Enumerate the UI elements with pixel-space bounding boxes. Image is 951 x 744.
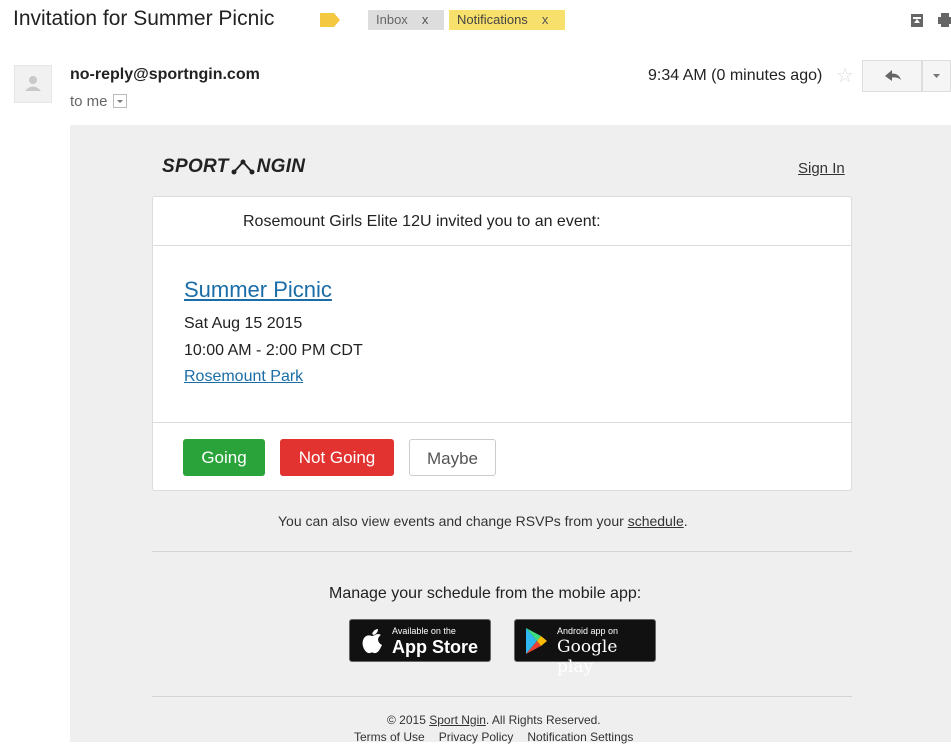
avatar-icon xyxy=(25,76,41,91)
archive-icon[interactable] xyxy=(910,12,924,28)
subject-bar: Invitation for Summer Picnic Inbox x Noti… xyxy=(0,0,951,40)
card-header: Rosemount Girls Elite 12U invited you to… xyxy=(153,197,851,246)
rsvp-note-prefix: You can also view events and change RSVP… xyxy=(278,513,628,529)
app-store-badge[interactable]: Available on the App Store xyxy=(349,619,491,662)
sender-email[interactable]: no-reply@sportngin.com xyxy=(70,66,260,84)
not-going-button[interactable]: Not Going xyxy=(280,439,394,476)
manage-text: Manage your schedule from the mobile app… xyxy=(329,585,642,602)
label-chip-name: Inbox xyxy=(376,12,408,27)
recipient-line: to me xyxy=(70,93,127,110)
copyright-suffix: . All Rights Reserved. xyxy=(485,713,601,727)
rsvp-note-suffix: . xyxy=(683,513,688,529)
sport-ngin-link[interactable]: Sport Ngin xyxy=(429,713,486,727)
chevron-down-icon xyxy=(933,74,940,78)
google-play-badge[interactable]: Android app on Google play xyxy=(514,619,656,677)
reply-icon xyxy=(885,70,901,81)
star-icon[interactable]: ☆ xyxy=(836,63,854,88)
recipient-text: to me xyxy=(70,93,108,110)
logo-text-left: SPORT xyxy=(162,156,229,177)
going-button[interactable]: Going xyxy=(183,439,265,476)
label-chip-inbox[interactable]: Inbox x xyxy=(368,10,444,30)
divider xyxy=(152,696,852,697)
message-time: 9:34 AM (0 minutes ago) xyxy=(648,67,823,84)
sign-in-link[interactable]: Sign In xyxy=(798,160,845,177)
sportngin-logo: SPORT NGIN xyxy=(162,156,305,178)
event-location-link[interactable]: Rosemount Park xyxy=(184,368,303,386)
play-icon xyxy=(526,628,547,654)
divider xyxy=(152,551,852,552)
app-store-small-text: Available on the xyxy=(392,626,456,636)
card-divider xyxy=(153,422,851,423)
schedule-link[interactable]: schedule xyxy=(628,513,684,529)
logo-text-right: NGIN xyxy=(256,156,306,177)
apple-icon xyxy=(362,629,382,654)
label-chip-name: Notifications xyxy=(457,12,528,27)
label-chip-notifications[interactable]: Notifications x xyxy=(449,10,565,30)
copyright: © 2015 Sport Ngin. All Rights Reserved. xyxy=(387,713,601,727)
event-title-link[interactable]: Summer Picnic xyxy=(184,277,332,303)
maybe-button[interactable]: Maybe xyxy=(409,439,496,476)
google-play-small-text: Android app on xyxy=(557,626,619,636)
reply-button[interactable] xyxy=(862,60,922,92)
invite-text: Rosemount Girls Elite 12U invited you to… xyxy=(243,213,601,230)
event-date: Sat Aug 15 2015 xyxy=(184,315,303,332)
label-tag-icon[interactable] xyxy=(320,13,340,27)
rsvp-note: You can also view events and change RSVP… xyxy=(278,513,688,529)
remove-label-button[interactable]: x xyxy=(542,12,549,27)
event-card: Rosemount Girls Elite 12U invited you to… xyxy=(152,196,852,491)
more-actions-button[interactable] xyxy=(922,60,951,92)
google-play-big-text: Google play xyxy=(557,637,618,677)
remove-label-button[interactable]: x xyxy=(422,12,429,27)
copyright-prefix: © 2015 xyxy=(387,713,430,727)
app-store-big-text: App Store xyxy=(392,637,479,657)
chevron-down-icon xyxy=(116,100,123,104)
print-icon[interactable] xyxy=(938,12,951,28)
logo-connector-icon xyxy=(231,159,255,175)
email-subject: Invitation for Summer Picnic xyxy=(13,7,275,30)
avatar xyxy=(14,65,52,103)
event-time: 10:00 AM - 2:00 PM CDT xyxy=(184,342,363,359)
details-dropdown[interactable] xyxy=(112,94,127,109)
